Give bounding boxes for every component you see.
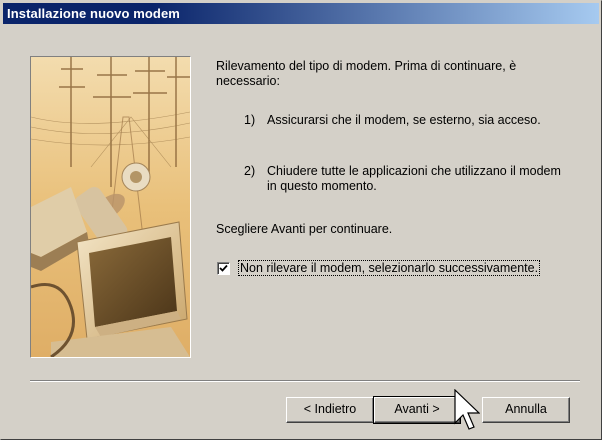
mouse-pointer-icon [454,389,480,430]
back-button-label: < Indietro [303,402,357,416]
cancel-button-label: Annulla [505,402,547,416]
title-bar[interactable]: Installazione nuovo modem [3,3,599,24]
check-icon [219,264,228,272]
skip-detection-checkbox[interactable] [217,262,230,275]
back-button[interactable]: < Indietro [286,397,374,423]
skip-detection-label[interactable]: Non rilevare il modem, selezionarlo succ… [237,260,541,276]
separator [30,380,580,382]
wizard-illustration [30,56,191,358]
continue-instruction: Scegliere Avanti per continuare. [216,222,393,236]
intro-text: Rilevamento del tipo di modem. Prima di … [216,59,517,88]
window-title: Installazione nuovo modem [7,6,180,21]
next-button[interactable]: Avanti > [373,396,461,424]
step-text: Assicurarsi che il modem, se esterno, si… [267,113,541,127]
wizard-window: Installazione nuovo modem Rilevamento de… [0,0,602,440]
step-number: 1) [244,113,256,127]
step-number: 2) [244,164,256,178]
cancel-button[interactable]: Annulla [482,397,570,423]
next-button-label: Avanti > [394,402,440,416]
step-text: Chiudere tutte le applicazioni che utili… [267,164,561,193]
modem-illustration-image [31,57,190,357]
